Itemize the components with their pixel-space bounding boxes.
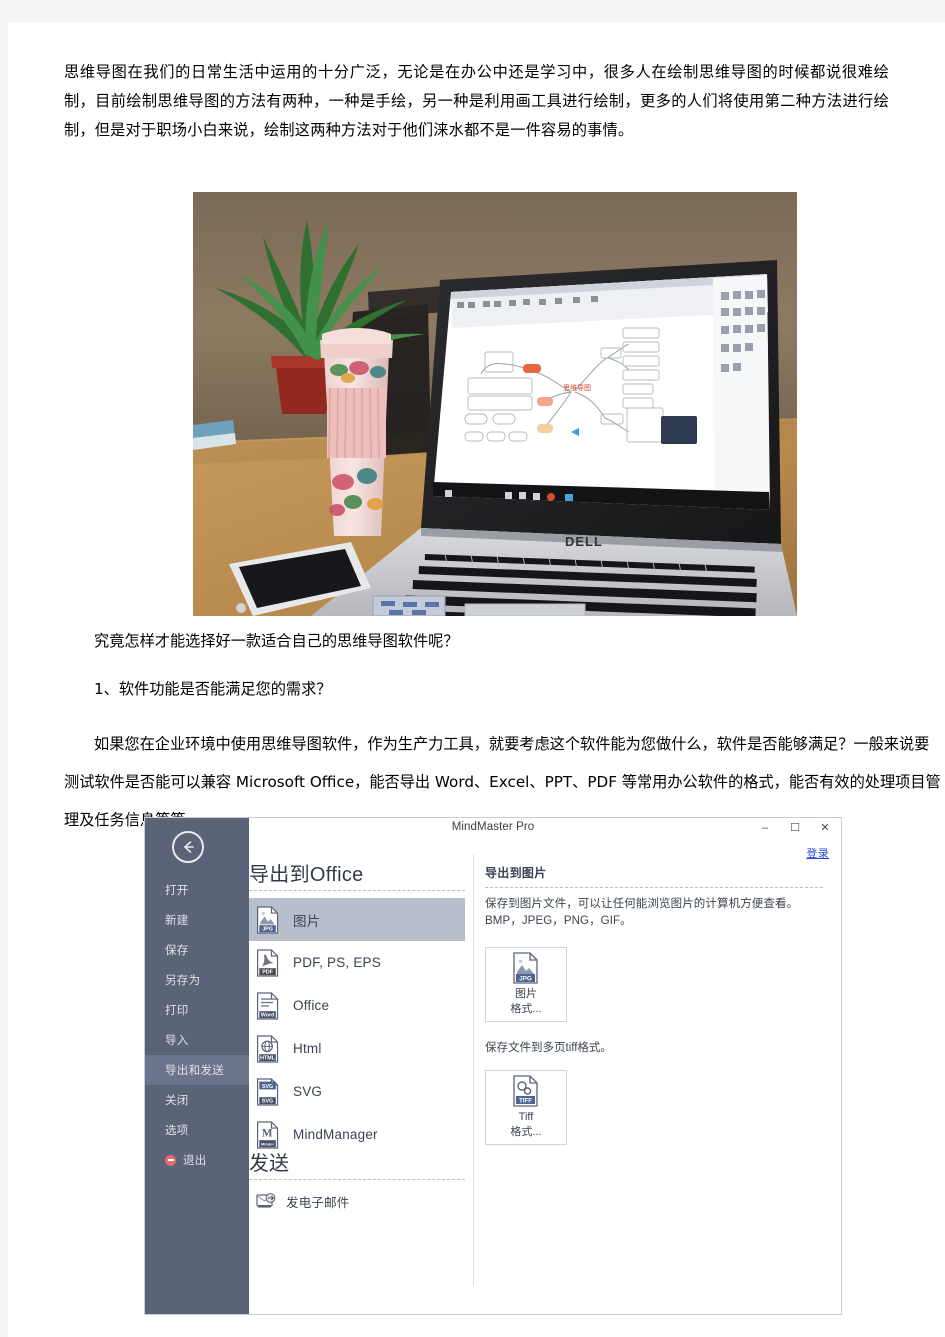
tiff-badge-text: TIFF — [519, 1098, 532, 1105]
backstage-nav-list: 打开新建保存另存为打印导入导出和发送关闭选项退出 — [145, 875, 249, 1175]
paragraph-intro: 思维导图在我们的日常生活中运用的十分广泛，无论是在办公中还是学习中，很多人在绘制… — [64, 63, 889, 139]
article-mid-block: 究竟怎样才能选择好一款适合自己的思维导图软件呢？ 1、软件功能是否能满足您的需求… — [64, 625, 944, 839]
sidebar-item-label: 打印 — [165, 1005, 189, 1017]
sidebar-item-label: 保存 — [165, 945, 189, 957]
send-email-item[interactable]: 发电子邮件 — [255, 1190, 350, 1212]
detail-description: 保存到图片文件，可以让任何能浏览图片的计算机方便查看。 BMP，JPEG，PNG… — [485, 898, 799, 927]
sidebar-item-4[interactable]: 打印 — [145, 995, 249, 1025]
export-heading: 导出到Office — [249, 864, 364, 886]
sidebar-item-9[interactable]: 退出 — [145, 1145, 249, 1175]
tiff-card-line1: Tiff — [518, 1111, 534, 1123]
image-card-line2: 格式... — [510, 1003, 542, 1015]
document-page: 思维导图在我们的日常生活中运用的十分广泛，无论是在办公中还是学习中，很多人在绘制… — [8, 22, 945, 1337]
html-file-icon: HTML — [256, 1034, 279, 1063]
panel-divider — [473, 854, 474, 1286]
jpg-file-icon: JPG — [256, 905, 279, 934]
export-format-label: MindManager — [293, 1127, 378, 1142]
window-titlebar: MindMaster Pro – ☐ ✕ — [145, 818, 841, 842]
sidebar-item-1[interactable]: 新建 — [145, 905, 249, 935]
sidebar-item-6[interactable]: 导出和发送 — [145, 1055, 249, 1085]
export-format-item-2[interactable]: Word Office — [249, 984, 465, 1027]
sidebar-item-label: 导出和发送 — [165, 1065, 224, 1077]
maximize-icon[interactable]: ☐ — [787, 820, 803, 836]
svg-text:DELL: DELL — [565, 534, 603, 549]
export-center-panel: 导出到Office JPG 图片 PDF PDF, PS, EPS Word Office… — [249, 842, 473, 1314]
sidebar-item-label: 另存为 — [165, 975, 201, 987]
sidebar-item-label: 选项 — [165, 1125, 189, 1137]
sidebar-item-label: 新建 — [165, 915, 189, 927]
image-card-line1: 图片 — [514, 988, 537, 1000]
sidebar-item-label: 导入 — [165, 1035, 189, 1047]
sidebar-item-0[interactable]: 打开 — [145, 875, 249, 905]
send-heading-rule — [249, 1179, 465, 1180]
export-heading-rule — [249, 890, 465, 891]
pdf-file-icon: PDF — [256, 948, 279, 977]
tiff-card-line2: 格式... — [510, 1126, 542, 1138]
window-controls: – ☐ ✕ — [757, 820, 833, 836]
jpg-badge-text: JPG — [519, 976, 532, 983]
mindmanager-file-icon: M Minder — [256, 1120, 279, 1149]
svg-text:Minder: Minder — [261, 1141, 274, 1146]
export-format-list: JPG 图片 PDF PDF, PS, EPS Word Office HTML Html SV… — [249, 898, 465, 1156]
svg-text:PDF: PDF — [262, 969, 273, 975]
svg-text:思维导图: 思维导图 — [563, 383, 591, 392]
paragraph-list-item-1: 1、软件功能是否能满足您的需求？ — [94, 680, 332, 698]
tiff-format-card[interactable]: TIFF Tiff 格式... — [485, 1070, 567, 1145]
email-send-icon — [256, 1193, 276, 1208]
export-format-label: Html — [293, 1041, 322, 1056]
image-format-card[interactable]: JPG 图片 格式... — [485, 947, 567, 1022]
tiff-file-icon: TIFF — [513, 1075, 538, 1107]
send-email-label: 发电子邮件 — [286, 1195, 350, 1210]
image-card-label: 图片 格式... — [510, 987, 541, 1017]
article-intro-block: 思维导图在我们的日常生活中运用的十分广泛，无论是在办公中还是学习中，很多人在绘制… — [64, 58, 889, 145]
photo-illustration: 思维导图 DELL — [193, 192, 797, 616]
sidebar-item-2[interactable]: 保存 — [145, 935, 249, 965]
export-format-label: PDF, PS, EPS — [293, 955, 381, 970]
export-format-label: 图片 — [293, 913, 321, 929]
export-detail-panel: 导出到图片 保存到图片文件，可以让任何能浏览图片的计算机方便查看。 BMP，JP… — [485, 842, 827, 1314]
minimize-icon[interactable]: – — [757, 820, 773, 836]
svg-text:SVG: SVG — [262, 1098, 273, 1104]
detail-description-2: 保存文件到多页tiff格式。 — [485, 1042, 612, 1054]
export-format-item-1[interactable]: PDF PDF, PS, EPS — [249, 941, 465, 984]
sidebar-item-5[interactable]: 导入 — [145, 1025, 249, 1055]
svg-file-icon: SVG SVG — [256, 1077, 279, 1106]
tiff-card-label: Tiff 格式... — [510, 1110, 541, 1140]
mindmaster-window: MindMaster Pro – ☐ ✕ 登录 打开 新建 保存 另存为 打印 导入 导出和… — [144, 817, 842, 1315]
sidebar-item-label: 退出 — [183, 1155, 207, 1167]
close-icon[interactable]: ✕ — [817, 820, 833, 836]
exit-icon — [165, 1154, 176, 1166]
export-format-item-3[interactable]: HTML Html — [249, 1027, 465, 1070]
sidebar-item-8[interactable]: 选项 — [145, 1115, 249, 1145]
sidebar-item-label: 打开 — [165, 885, 189, 897]
export-format-label: Office — [293, 998, 330, 1013]
detail-title: 导出到图片 — [485, 866, 547, 880]
sidebar-item-label: 关闭 — [165, 1095, 189, 1107]
sidebar-item-7[interactable]: 关闭 — [145, 1085, 249, 1115]
jpg-file-icon: JPG — [513, 952, 538, 984]
svg-text:M: M — [262, 1127, 273, 1139]
backstage-sidebar: 打开新建保存另存为打印导入导出和发送关闭选项退出 — [145, 818, 249, 1314]
svg-text:JPG: JPG — [262, 926, 273, 932]
back-arrow-icon[interactable] — [172, 831, 204, 863]
export-format-item-4[interactable]: SVG SVG SVG — [249, 1070, 465, 1113]
window-title: MindMaster Pro — [451, 821, 535, 833]
export-format-item-0[interactable]: JPG 图片 — [249, 898, 465, 941]
back-arrow-glyph — [184, 841, 194, 853]
send-heading: 发送 — [249, 1153, 289, 1175]
word-file-icon: Word — [256, 991, 279, 1020]
svg-text:Word: Word — [261, 1012, 275, 1018]
laptop-mindmap-photo: 思维导图 DELL — [193, 192, 797, 616]
sidebar-item-3[interactable]: 另存为 — [145, 965, 249, 995]
paragraph-question: 究竟怎样才能选择好一款适合自己的思维导图软件呢？ — [94, 632, 459, 650]
svg-text:HTML: HTML — [260, 1055, 276, 1061]
svg-text:SVG: SVG — [262, 1083, 273, 1089]
detail-title-rule — [485, 887, 823, 888]
export-format-label: SVG — [293, 1084, 323, 1099]
